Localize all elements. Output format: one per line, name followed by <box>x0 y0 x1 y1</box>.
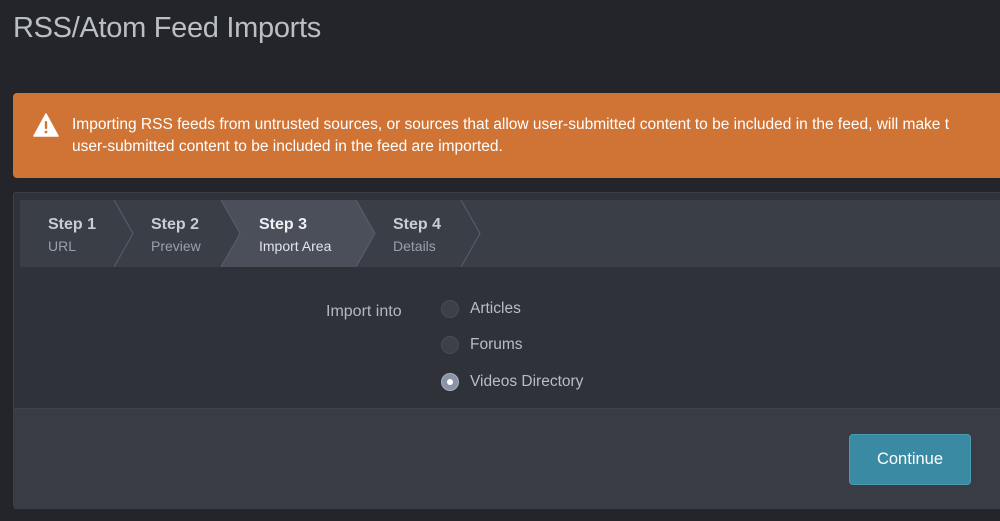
step-1-label: URL <box>48 238 77 254</box>
step-progress: Step 1 URL Step 2 Preview Step 3 Import … <box>20 200 1000 267</box>
forums-radio[interactable] <box>441 336 459 354</box>
step-4-label: Details <box>393 238 436 254</box>
articles-radio[interactable] <box>441 300 459 318</box>
warning-line-2: user-submitted content to be included in… <box>72 138 503 155</box>
radio-option-forums[interactable]: Forums <box>441 336 523 354</box>
radio-option-articles[interactable]: Articles <box>441 300 521 318</box>
import-into-row: Import into Articles Forums Videos Direc… <box>14 267 1000 408</box>
step-2-label: Preview <box>151 238 201 254</box>
page-title: RSS/Atom Feed Imports <box>13 12 321 44</box>
step-3-label: Import Area <box>259 238 332 254</box>
warning-text: Importing RSS feeds from untrusted sourc… <box>72 114 1000 158</box>
form-footer: Continue <box>14 408 1000 509</box>
forums-label: Forums <box>470 336 523 353</box>
step-2-number: Step 2 <box>151 216 200 233</box>
warning-line-1: Importing RSS feeds from untrusted sourc… <box>72 116 950 133</box>
step-1-number: Step 1 <box>48 216 97 233</box>
import-into-label: Import into <box>326 303 402 320</box>
step-3-number: Step 3 <box>259 216 308 233</box>
radio-option-videos-directory[interactable]: Videos Directory <box>441 373 583 391</box>
step-4-number: Step 4 <box>393 216 442 233</box>
videos-directory-radio[interactable] <box>441 373 459 391</box>
continue-button[interactable]: Continue <box>849 434 971 485</box>
articles-label: Articles <box>470 300 521 317</box>
warning-banner: Importing RSS feeds from untrusted sourc… <box>13 93 1000 178</box>
warning-triangle-icon <box>33 113 59 137</box>
videos-directory-label: Videos Directory <box>470 373 584 390</box>
import-panel: Step 1 URL Step 2 Preview Step 3 Import … <box>13 192 1000 509</box>
